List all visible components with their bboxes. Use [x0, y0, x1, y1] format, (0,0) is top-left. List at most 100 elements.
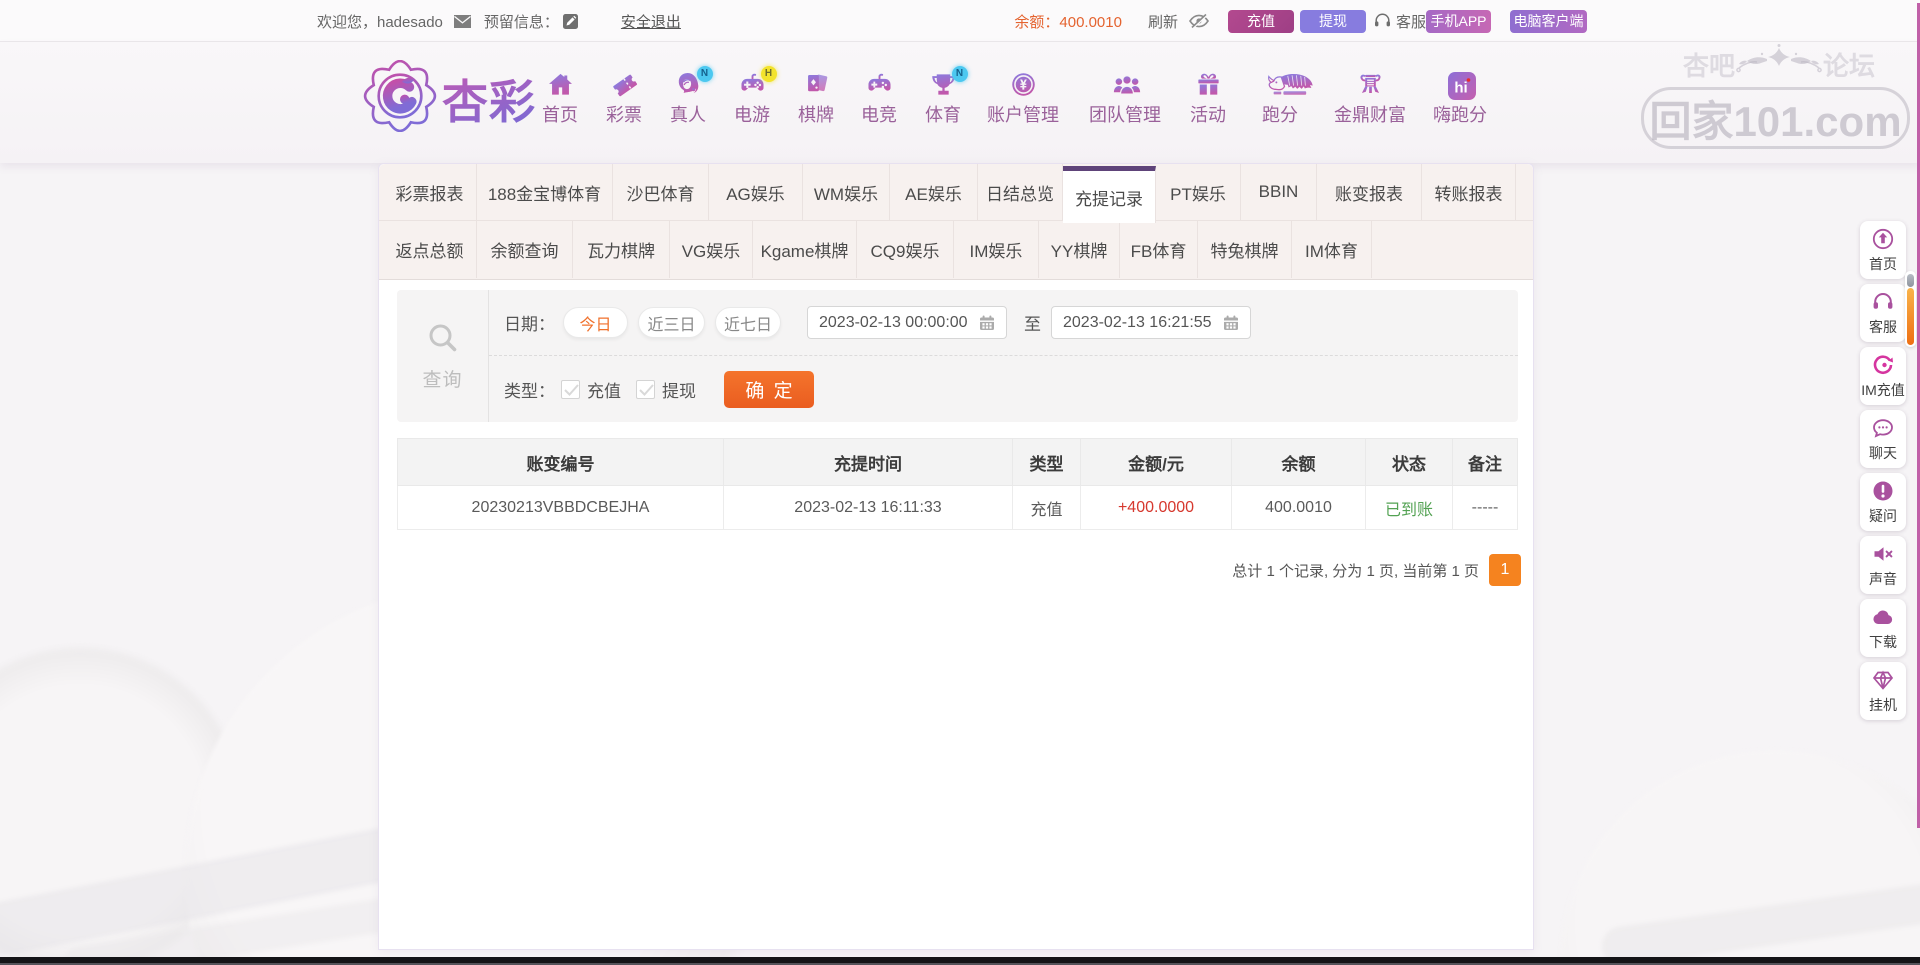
side-top[interactable]: 首页 — [1860, 221, 1906, 279]
scrollbar-thumb[interactable] — [1907, 288, 1914, 345]
nav-label: 棋牌 — [798, 105, 834, 125]
nav-item-account[interactable]: 账户管理 — [987, 71, 1059, 127]
logout-link[interactable]: 安全退出 — [621, 11, 681, 32]
account-icon — [1010, 71, 1037, 98]
tab-188金宝博体育[interactable]: 188金宝博体育 — [477, 164, 613, 220]
nav-item-gift[interactable]: 活动 — [1190, 71, 1226, 127]
side-idle[interactable]: 挂机 — [1860, 662, 1906, 720]
tab-账变报表[interactable]: 账变报表 — [1317, 164, 1422, 220]
calendar-icon[interactable] — [1212, 315, 1242, 331]
mobile-app-button[interactable]: 手机APP — [1426, 9, 1491, 33]
tab-CQ9娱乐[interactable]: CQ9娱乐 — [857, 221, 954, 278]
tab-Kgame棋牌[interactable]: Kgame棋牌 — [753, 221, 857, 278]
service-link[interactable]: 客服 — [1396, 11, 1426, 32]
reserved-info-label: 预留信息： — [483, 13, 559, 31]
nav-label: 电游 — [734, 105, 770, 125]
tab-返点总额[interactable]: 返点总额 — [383, 221, 477, 278]
date-from-input[interactable]: 2023-02-13 00:00:00 — [807, 306, 1007, 339]
nav-item-live[interactable]: N 真人 — [670, 66, 713, 127]
balance-text: 余额：400.0010 — [1014, 13, 1122, 31]
watermark-words: 杏吧 论坛 — [1683, 44, 1875, 83]
nav-item-ding[interactable]: 金鼎财富 — [1334, 71, 1406, 127]
checkbox-recharge-label: 充值 — [587, 381, 621, 401]
scrollbar-track[interactable] — [1905, 271, 1916, 347]
edit-icon[interactable] — [562, 13, 578, 29]
table-row: 20230213VBBDCBEJHA 2023-02-13 16:11:33 充值 +… — [397, 485, 1518, 530]
tab-AG娱乐[interactable]: AG娱乐 — [709, 164, 803, 220]
side-label: 下载 — [1869, 633, 1897, 650]
date-to-input[interactable]: 2023-02-13 16:21:55 — [1051, 306, 1251, 339]
tab-余额查询[interactable]: 余额查询 — [477, 221, 573, 278]
watermark-domain: 回家101.com — [1641, 87, 1910, 149]
content-card: 彩票报表 188金宝博体育 沙巴体育 AG娱乐 WM娱乐 AE娱乐 日结总览 充提记录 PT娱乐… — [378, 163, 1534, 950]
tab-特兔棋牌[interactable]: 特兔棋牌 — [1198, 221, 1292, 278]
nav-item-home[interactable]: 首页 — [542, 71, 578, 127]
nav-item-cards[interactable]: 棋牌 — [798, 71, 834, 127]
pill-3days[interactable]: 近三日 — [638, 307, 705, 338]
nav-label: 电竞 — [861, 105, 897, 125]
svg-text:hi: hi — [1454, 80, 1467, 97]
page-button-1[interactable]: 1 — [1489, 554, 1521, 586]
nav-label: 嗨跑分 — [1433, 105, 1487, 125]
nav-item-egame[interactable]: H 电游 — [734, 66, 777, 127]
top-icon — [1871, 227, 1895, 251]
nav-item-team[interactable]: 团队管理 — [1089, 71, 1161, 127]
side-im-recharge[interactable]: IM充值 — [1860, 347, 1906, 405]
nav-item-sports[interactable]: N 体育 — [925, 66, 968, 127]
checkbox-withdraw-label: 提现 — [662, 381, 696, 401]
eye-slash-icon[interactable] — [1188, 13, 1210, 29]
scrollbar-cap[interactable] — [1907, 274, 1914, 287]
badge-n: N — [696, 66, 713, 82]
nav-item-lottery[interactable]: 彩票 — [606, 71, 642, 127]
col-header-备注: 备注 — [1452, 438, 1518, 486]
side-download[interactable]: 下载 — [1860, 599, 1906, 657]
nav-item-hi[interactable]: hi 嗨跑分 — [1433, 71, 1487, 127]
side-question[interactable]: 疑问 — [1860, 473, 1906, 531]
calendar-icon[interactable] — [968, 315, 998, 331]
team-icon — [1112, 71, 1140, 98]
site-logo[interactable]: 杏彩 — [362, 59, 536, 137]
nav-item-paofen[interactable]: 跑分 — [1262, 71, 1313, 127]
tab-BBIN[interactable]: BBIN — [1241, 164, 1317, 220]
topbar: 欢迎您，hadesado 预留信息： 安全退出 余额：400.0010 刷新 充… — [0, 0, 1920, 42]
tab-日结总览[interactable]: 日结总览 — [978, 164, 1063, 220]
side-label: 挂机 — [1869, 696, 1897, 713]
row-status: 已到账 — [1365, 485, 1453, 530]
tab-VG娱乐[interactable]: VG娱乐 — [670, 221, 753, 278]
checkbox-recharge[interactable] — [561, 379, 580, 399]
pill-today[interactable]: 今日 — [563, 307, 628, 338]
sports-icon: N — [930, 66, 968, 98]
tab-FB体育[interactable]: FB体育 — [1120, 221, 1198, 278]
tab-AE娱乐[interactable]: AE娱乐 — [890, 164, 978, 220]
refresh-link[interactable]: 刷新 — [1148, 11, 1178, 32]
pill-7days[interactable]: 近七日 — [715, 307, 781, 338]
withdraw-button[interactable]: 提现 — [1299, 9, 1366, 33]
headset-icon — [1374, 13, 1391, 29]
service-icon — [1871, 290, 1895, 314]
col-header-充提时间: 充提时间 — [723, 438, 1013, 486]
question-icon — [1871, 479, 1895, 503]
tab-PT娱乐[interactable]: PT娱乐 — [1156, 164, 1241, 220]
pc-client-button[interactable]: 电脑客户端 — [1510, 9, 1587, 33]
tab-转账报表[interactable]: 转账报表 — [1422, 164, 1516, 220]
side-service[interactable]: 客服 — [1860, 284, 1906, 342]
side-sound-off[interactable]: 声音 — [1860, 536, 1906, 594]
recharge-button[interactable]: 充值 — [1227, 9, 1294, 33]
tab-YY棋牌[interactable]: YY棋牌 — [1039, 221, 1120, 278]
side-chat[interactable]: 聊天 — [1860, 410, 1906, 468]
nav-item-esports[interactable]: 电竞 — [861, 71, 897, 127]
tab-充提记录[interactable]: 充提记录 — [1063, 166, 1156, 223]
mail-icon[interactable] — [453, 14, 471, 28]
type-filter-row: 类型： 充值 提现 确 定 — [489, 356, 1518, 422]
egame-icon: H — [739, 66, 777, 98]
submit-button[interactable]: 确 定 — [724, 370, 814, 408]
tab-彩票报表[interactable]: 彩票报表 — [383, 164, 477, 220]
tab-IM体育[interactable]: IM体育 — [1292, 221, 1372, 278]
paofen-icon — [1267, 71, 1313, 98]
tab-沙巴体育[interactable]: 沙巴体育 — [613, 164, 709, 220]
tab-瓦力棋牌[interactable]: 瓦力棋牌 — [573, 221, 670, 278]
tab-IM娱乐[interactable]: IM娱乐 — [954, 221, 1039, 278]
checkbox-withdraw[interactable] — [636, 379, 655, 399]
tab-WM娱乐[interactable]: WM娱乐 — [803, 164, 890, 220]
logo-title: 杏彩 — [442, 66, 536, 132]
